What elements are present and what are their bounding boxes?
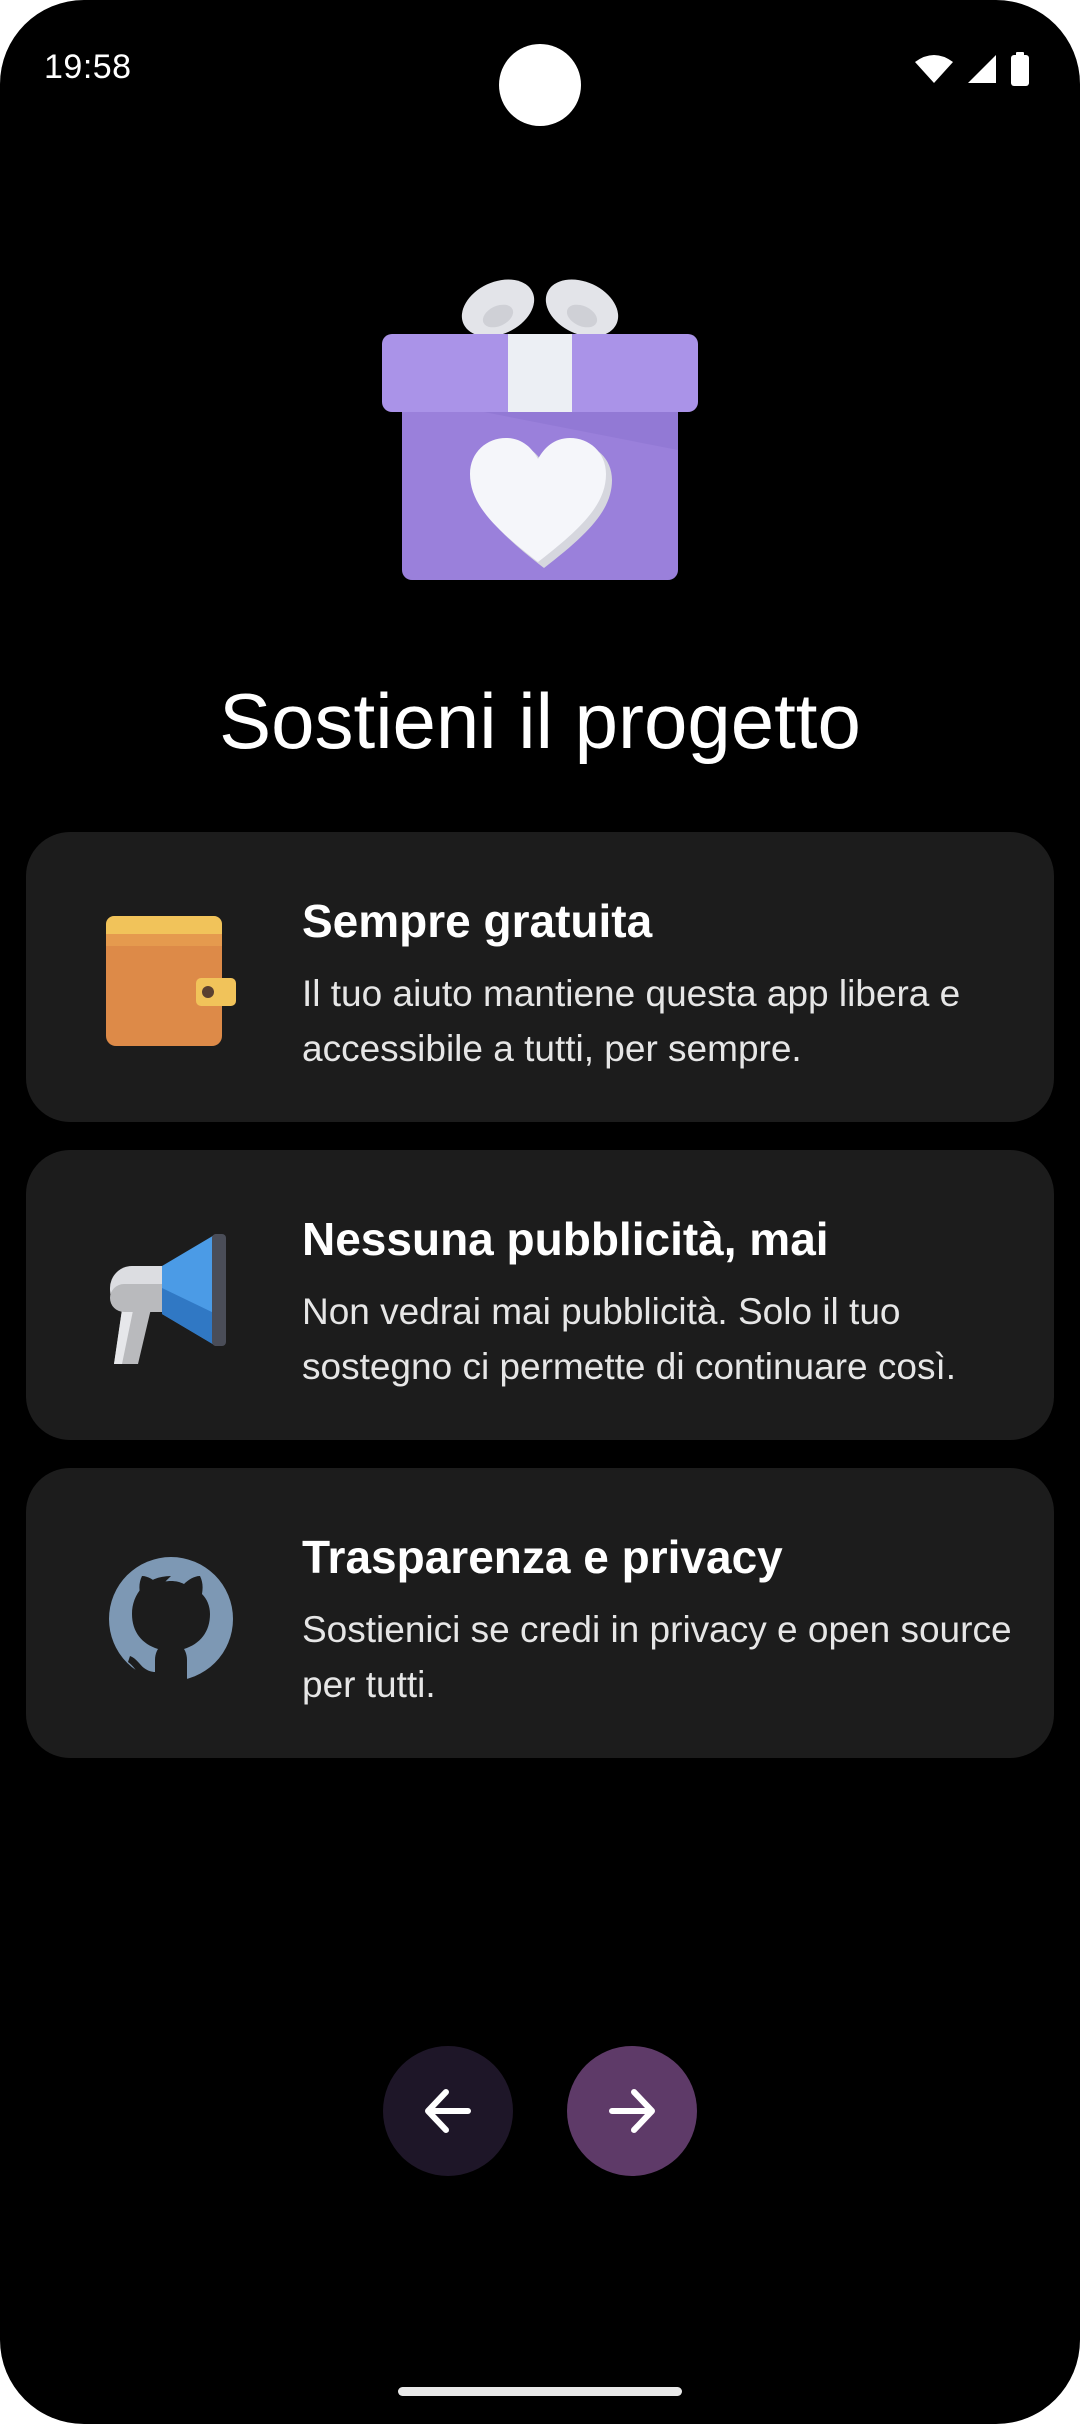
next-button[interactable] [567, 2046, 697, 2176]
arrow-left-icon [425, 2089, 471, 2133]
signal-icon [968, 55, 996, 83]
feature-card-no-ads: Nessuna pubblicità, mai Non vedrai mai p… [26, 1150, 1054, 1440]
page-title: Sostieni il progetto [219, 677, 861, 765]
feature-card-privacy: Trasparenza e privacy Sostienici se cred… [26, 1468, 1054, 1758]
github-icon [109, 1557, 233, 1684]
card-description: Non vedrai mai pubblicità. Solo il tuo s… [302, 1291, 957, 1387]
megaphone-icon [110, 1234, 226, 1364]
camera-cutout [499, 44, 581, 126]
home-indicator[interactable] [398, 2387, 682, 2396]
status-time: 19:58 [44, 48, 132, 86]
back-button[interactable] [383, 2046, 513, 2176]
card-heading: Sempre gratuita [302, 895, 653, 947]
gift-heart-icon [382, 279, 698, 580]
card-description: Sostienici se credi in privacy e open so… [302, 1609, 1012, 1705]
wifi-icon [915, 55, 953, 83]
arrow-right-icon [609, 2089, 655, 2133]
screen: 19:58 Sostieni il progetto Sempre gratui… [0, 0, 1080, 2424]
card-heading: Trasparenza e privacy [302, 1531, 783, 1583]
wallet-icon [106, 916, 236, 1046]
status-icons [914, 52, 1030, 86]
card-heading: Nessuna pubblicità, mai [302, 1213, 829, 1265]
battery-icon [1011, 52, 1029, 86]
card-description: Il tuo aiuto mantiene questa app libera … [302, 973, 961, 1069]
feature-card-free: Sempre gratuita Il tuo aiuto mantiene qu… [26, 832, 1054, 1122]
